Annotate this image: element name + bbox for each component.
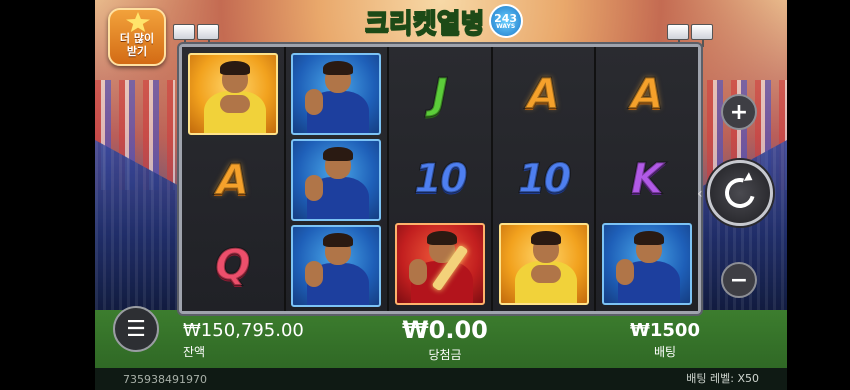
reel-grid: A Q J 10 A 10 A K bbox=[179, 44, 701, 314]
balance-value: ₩150,795.00 bbox=[183, 320, 304, 341]
reel-cell: A bbox=[186, 139, 280, 220]
player-figure-part bbox=[616, 259, 635, 285]
minus-icon: − bbox=[729, 267, 749, 293]
player-figure-part bbox=[323, 61, 354, 75]
player-figure-part bbox=[323, 233, 354, 247]
reel-cell: Q bbox=[186, 224, 280, 305]
more-wins-button[interactable]: 더 많이 받기 bbox=[108, 8, 166, 66]
player-figure-part bbox=[305, 89, 324, 115]
spin-button[interactable] bbox=[707, 160, 773, 226]
symbol-player-blue bbox=[291, 139, 382, 221]
symbol-player-blue bbox=[602, 223, 693, 305]
reel-column: AK bbox=[596, 47, 698, 311]
win-value: ₩0.00 bbox=[402, 316, 488, 344]
reel-cell bbox=[600, 223, 694, 305]
reel-cell bbox=[393, 223, 487, 305]
balance-display: ₩150,795.00 잔액 bbox=[183, 320, 304, 360]
ways-label: WAYS bbox=[496, 22, 516, 30]
player-figure-part bbox=[219, 95, 250, 113]
player-figure-part bbox=[530, 265, 561, 283]
plus-icon: + bbox=[729, 99, 749, 125]
symbol-Q: Q bbox=[214, 239, 252, 289]
balance-label: 잔액 bbox=[183, 345, 206, 359]
symbol-player-blue bbox=[291, 53, 382, 135]
symbol-A: A bbox=[216, 154, 250, 204]
reel-cell bbox=[186, 53, 280, 135]
bet-level: 배팅 레벨: X50 bbox=[686, 372, 759, 385]
reel-cell: 10 bbox=[393, 138, 487, 219]
symbol-player-red-bat bbox=[394, 223, 485, 305]
floodlight-icon bbox=[691, 24, 713, 47]
win-display: ₩0.00 당첨금 bbox=[395, 316, 495, 363]
symbol-10: 10 bbox=[413, 155, 469, 202]
more-wins-label: 더 많이 받기 bbox=[119, 31, 155, 58]
reel-cell: J bbox=[393, 53, 487, 134]
floodlight-icon bbox=[197, 24, 219, 47]
win-label: 당첨금 bbox=[428, 348, 462, 362]
symbol-K: K bbox=[630, 153, 665, 203]
bet-display: ₩1500 배팅 bbox=[625, 320, 705, 360]
refresh-icon bbox=[719, 172, 761, 214]
bet-value: ₩1500 bbox=[630, 320, 700, 341]
player-figure-part bbox=[426, 231, 457, 245]
session-id: 735938491970 bbox=[123, 373, 207, 386]
player-figure-part bbox=[408, 259, 427, 285]
reel-column: A 10 bbox=[492, 47, 597, 311]
player-figure-part bbox=[323, 147, 354, 161]
ways-number: 243 bbox=[494, 11, 518, 25]
reel-cell bbox=[497, 223, 591, 305]
reel-column: J 10 bbox=[389, 47, 493, 311]
reel-cell bbox=[290, 53, 384, 135]
player-figure-part bbox=[305, 261, 324, 287]
symbol-player-gold bbox=[498, 223, 589, 305]
symbol-player-blue bbox=[291, 225, 382, 307]
bet-label: 배팅 bbox=[653, 345, 677, 359]
bet-increase-button[interactable]: + bbox=[721, 94, 757, 130]
reel-column bbox=[285, 47, 390, 311]
chevron-left-icon: ‹ bbox=[697, 186, 703, 202]
player-figure-part bbox=[219, 61, 250, 75]
game-stage: 크리켓열병 243 WAYS 더 많이 받기 A Q J 10 A 10 A K + ‹ − … bbox=[95, 0, 787, 390]
symbol-A: A bbox=[630, 68, 664, 118]
symbol-J: J bbox=[431, 68, 449, 118]
ways-badge: 243 WAYS bbox=[488, 4, 523, 38]
game-title-text: 크리켓열병 bbox=[364, 8, 485, 40]
reel-cell: 10 bbox=[497, 138, 591, 219]
menu-button[interactable]: ☰ bbox=[113, 306, 159, 352]
player-figure-part bbox=[634, 231, 665, 245]
floodlight-icon bbox=[173, 24, 195, 47]
reel-column: AQ bbox=[182, 47, 286, 311]
bet-decrease-button[interactable]: − bbox=[721, 262, 757, 298]
reel-cell: A bbox=[497, 53, 591, 134]
reel-cell: A bbox=[600, 53, 694, 134]
symbol-player-gold bbox=[187, 53, 278, 135]
star-icon bbox=[126, 12, 150, 32]
symbol-A: A bbox=[526, 68, 560, 118]
reel-cell bbox=[290, 139, 384, 221]
game-title: 크리켓열병 243 WAYS bbox=[364, 2, 523, 40]
player-figure-part bbox=[305, 175, 324, 201]
menu-icon: ☰ bbox=[126, 316, 146, 342]
reel-cell: K bbox=[600, 138, 694, 219]
symbol-10: 10 bbox=[517, 155, 573, 202]
player-figure-part bbox=[530, 231, 561, 245]
reel-cell bbox=[290, 225, 384, 307]
floodlight-icon bbox=[667, 24, 689, 47]
